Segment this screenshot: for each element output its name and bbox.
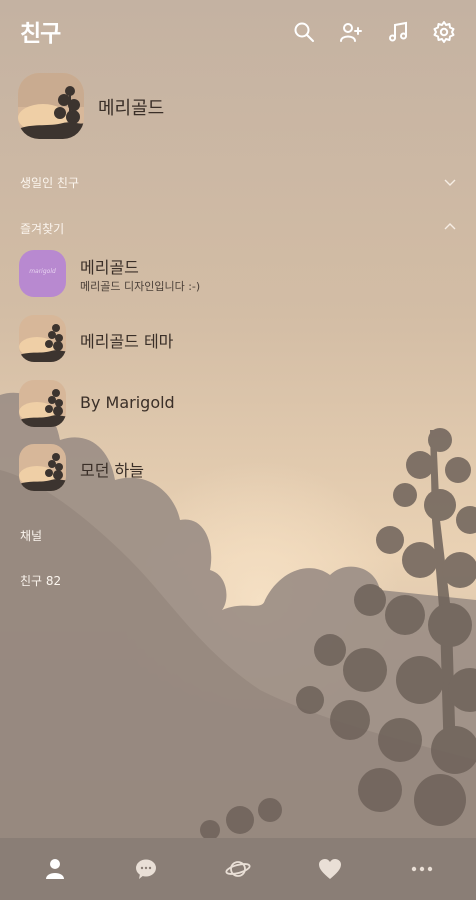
chevron-up-icon[interactable] [444,221,456,233]
planet-icon[interactable] [225,856,251,882]
avatar-logo-text: marigold [29,268,56,275]
person-icon[interactable] [42,856,68,882]
friend-name: 메리골드 테마 [80,332,174,351]
my-profile-name: 메리골드 [98,98,165,119]
music-icon[interactable] [386,20,410,44]
list-item[interactable]: 모던 하늘 [0,444,476,498]
my-profile[interactable]: 메리골드 [18,73,458,139]
channel-section-label: 채널 [20,529,43,543]
channel-section-header[interactable]: 채널 [0,526,476,554]
more-icon[interactable] [409,856,435,882]
list-item[interactable]: marigold 메리골드 메리골드 디자인입니다 :-) [0,250,476,304]
search-icon[interactable] [292,20,316,44]
add-friend-icon[interactable] [339,20,363,44]
chat-icon[interactable] [133,856,159,882]
top-bar: 친구 [0,0,476,64]
favorites-section-label: 즐겨찾기 [20,222,65,236]
my-avatar[interactable] [18,73,84,139]
list-item[interactable]: By Marigold [0,380,476,434]
friend-name: 메리골드 [80,258,139,277]
friends-section-header[interactable]: 친구 82 [0,571,476,599]
friends-count-label: 친구 82 [20,574,62,588]
friend-name: By Marigold [80,393,175,412]
favorites-section-header[interactable]: 즐겨찾기 [0,219,476,247]
birthday-section-header[interactable]: 생일인 친구 [0,173,476,201]
settings-icon[interactable] [432,20,456,44]
avatar[interactable]: marigold [19,250,66,297]
avatar[interactable] [19,444,66,491]
avatar[interactable] [19,315,66,362]
avatar[interactable] [19,380,66,427]
friend-status-message: 메리골드 디자인입니다 :-) [80,280,201,293]
chevron-down-icon[interactable] [444,176,456,188]
birthday-section-label: 생일인 친구 [20,176,80,190]
friend-name: 모던 하늘 [80,461,144,480]
heart-icon[interactable] [317,856,343,882]
page-title: 친구 [20,21,61,47]
bottom-navigation [0,838,476,900]
list-item[interactable]: 메리골드 테마 [0,315,476,369]
